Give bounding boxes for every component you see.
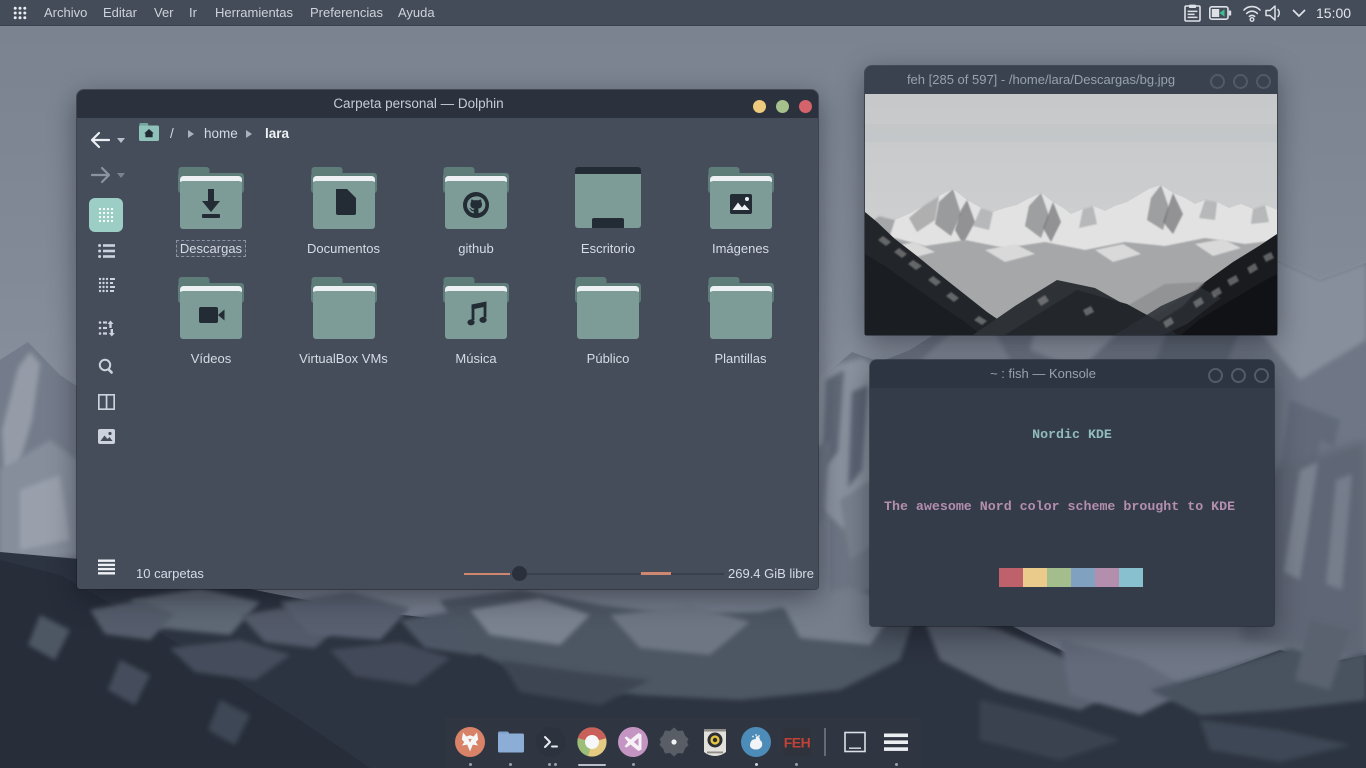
svg-text:FEH: FEH (784, 735, 811, 751)
